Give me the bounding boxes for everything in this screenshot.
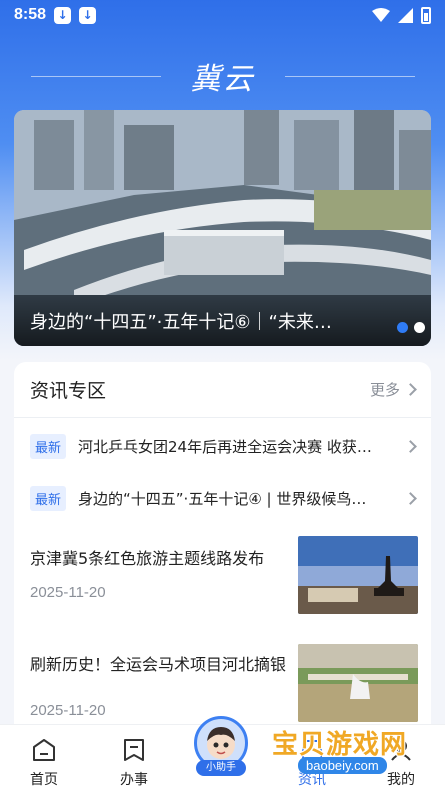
tab-label: 首页: [30, 772, 58, 788]
chevron-right-icon: [404, 383, 417, 396]
status-time: 8:58: [14, 6, 47, 23]
home-icon: [33, 739, 55, 761]
article-title: 京津冀5条红色旅游主题线路发布: [30, 549, 265, 568]
assistant-label: 小助手: [196, 760, 246, 776]
hot-news-item[interactable]: 最新 河北乒乓女团24年后再进全运会决赛 收获…: [14, 420, 431, 472]
wifi-icon: [372, 8, 390, 22]
carousel-dot[interactable]: [414, 322, 425, 333]
hot-news-title: 河北乒乓女团24年后再进全运会决赛 收获…: [78, 437, 372, 456]
more-button[interactable]: 更多: [369, 379, 417, 400]
news-section: 资讯专区 更多 最新 河北乒乓女团24年后再进全运会决赛 收获… 最新 身边的“…: [14, 362, 431, 742]
signal-icon: [398, 7, 413, 23]
carousel-indicator: [397, 322, 425, 333]
article-title: 刷新历史！全运会马术项目河北摘银: [30, 655, 287, 674]
watermark-url: baobeiy.com: [298, 757, 387, 774]
watermark-text: 宝贝游戏网: [272, 730, 408, 760]
tab-services[interactable]: 办事: [94, 725, 174, 791]
section-header: 资讯专区 更多: [14, 362, 431, 418]
section-title: 资讯专区: [30, 380, 107, 402]
hot-news-item[interactable]: 最新 身边的“十四五”·五年十记④ | 世界级候鸟…: [14, 472, 431, 524]
article-thumbnail: [298, 644, 418, 722]
article-date: 2025-11-20: [30, 584, 106, 601]
hot-news-title: 身边的“十四五”·五年十记④ | 世界级候鸟…: [78, 489, 367, 508]
watermark: 宝贝游戏网 baobeiy.com: [268, 724, 418, 780]
chevron-right-icon: [404, 439, 417, 453]
chevron-right-icon: [404, 491, 417, 505]
carousel-dot[interactable]: [397, 322, 408, 333]
brand-header: 冀云: [0, 50, 445, 102]
status-bar: 8:58 ↓ ↓: [0, 0, 445, 30]
assistant-button[interactable]: 小助手: [193, 716, 249, 778]
download-icon: ↓: [79, 6, 97, 24]
bookmark-icon: [124, 739, 144, 761]
divider: [30, 75, 161, 77]
article-date: 2025-11-20: [30, 702, 106, 719]
divider: [284, 75, 415, 77]
battery-icon: [421, 6, 431, 24]
latest-badge: 最新: [30, 485, 67, 511]
banner-caption: 身边的“十四五”·五年十记⑥｜“未来…: [14, 296, 431, 346]
tab-label: 办事: [120, 772, 148, 788]
banner-title: 身边的“十四五”·五年十记⑥｜“未来…: [30, 312, 332, 333]
latest-badge: 最新: [30, 433, 67, 459]
article-thumbnail: [298, 536, 418, 614]
more-label: 更多: [369, 381, 400, 399]
download-icon: ↓: [54, 6, 72, 24]
tab-home[interactable]: 首页: [4, 725, 84, 791]
app-logo: 冀云: [190, 62, 255, 97]
banner-carousel[interactable]: 身边的“十四五”·五年十记⑥｜“未来…: [14, 110, 431, 346]
article-item[interactable]: 京津冀5条红色旅游主题线路发布 2025-11-20: [14, 536, 431, 624]
